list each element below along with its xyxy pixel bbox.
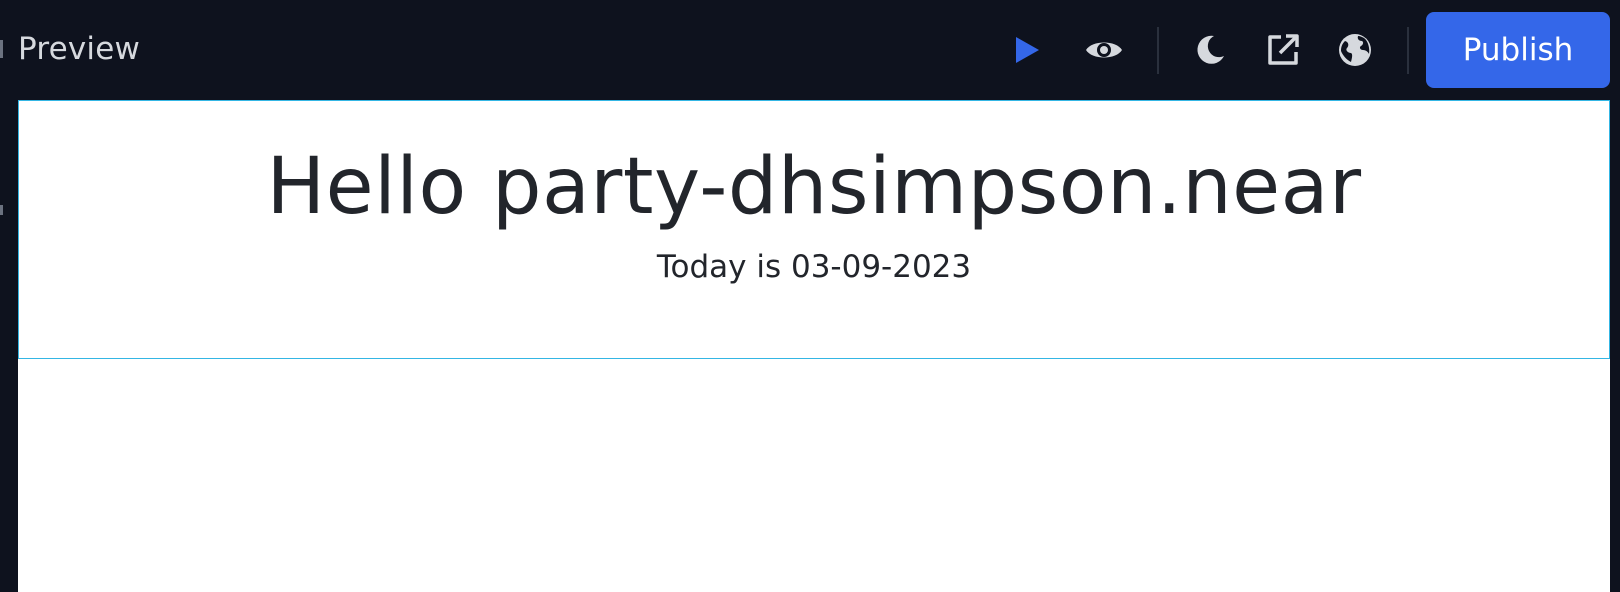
toggle-preview-button[interactable] <box>1082 28 1126 72</box>
panel-edge-handle-lower[interactable] <box>0 205 3 215</box>
eye-icon <box>1084 36 1124 64</box>
external-link-icon <box>1265 32 1301 68</box>
greeting-heading: Hello party-dhsimpson.near <box>266 142 1362 232</box>
run-button[interactable] <box>1005 28 1049 72</box>
preview-canvas[interactable]: Hello party-dhsimpson.near Today is 03-0… <box>18 100 1610 592</box>
publish-button[interactable]: Publish <box>1426 12 1610 88</box>
globe-icon <box>1337 32 1373 68</box>
play-icon <box>1012 34 1042 66</box>
open-in-new-tab-button[interactable] <box>1261 28 1305 72</box>
widget-container[interactable]: Hello party-dhsimpson.near Today is 03-0… <box>18 100 1610 359</box>
theme-toggle-button[interactable] <box>1188 28 1232 72</box>
panel-title: Preview <box>18 31 141 67</box>
toolbar-divider-2 <box>1407 27 1409 74</box>
moon-icon <box>1192 32 1228 68</box>
preview-toolbar: Preview Publish <box>0 0 1620 215</box>
web-preview-button[interactable] <box>1333 28 1377 72</box>
panel-edge-handle[interactable] <box>0 40 3 58</box>
date-text: Today is 03-09-2023 <box>656 249 972 285</box>
toolbar-divider <box>1157 27 1159 74</box>
